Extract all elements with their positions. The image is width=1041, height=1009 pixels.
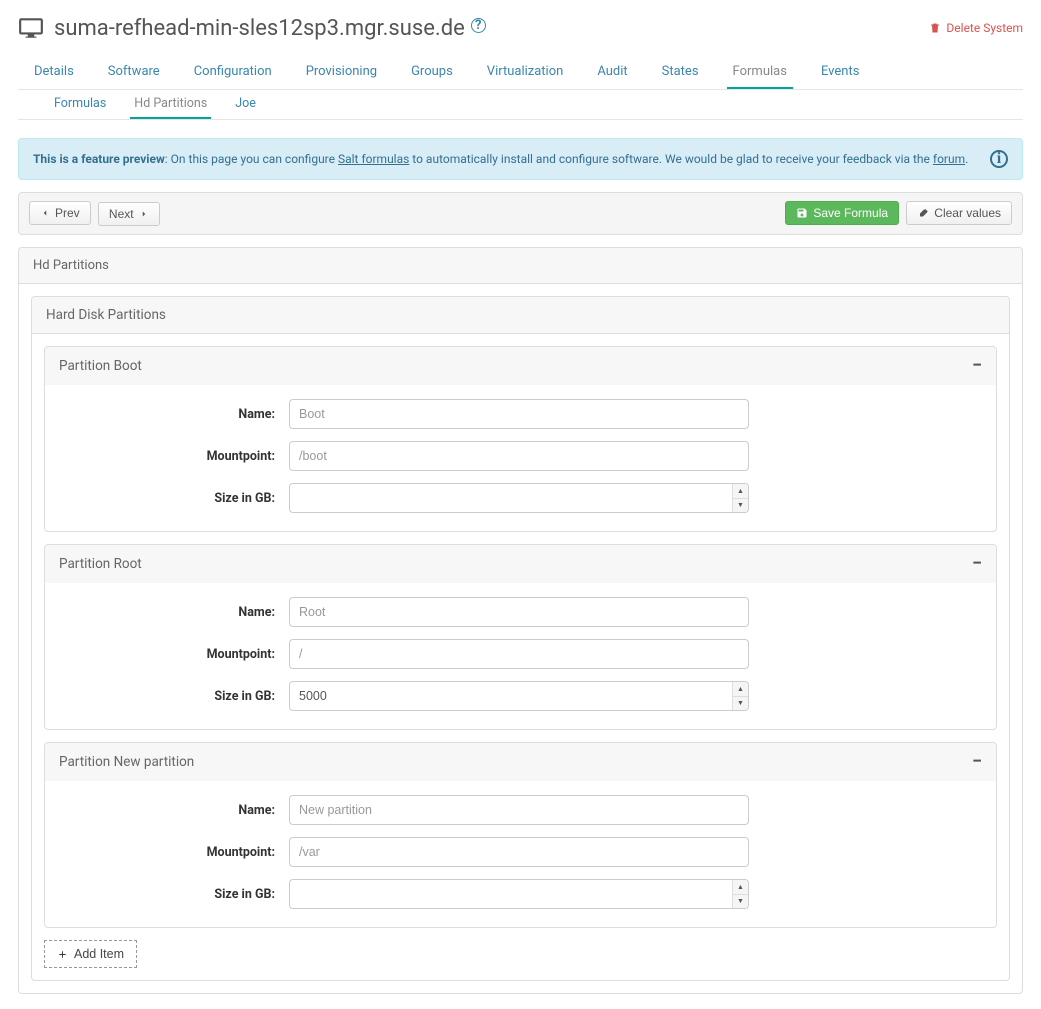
banner-text2: to automatically install and configure s… (409, 152, 933, 166)
panel-hd-partitions: Hd Partitions Hard Disk Partitions Parti… (18, 247, 1023, 994)
tab-formulas[interactable]: Formulas (727, 56, 793, 89)
input-name[interactable] (289, 399, 749, 429)
banner-link-forum[interactable]: forum (933, 152, 965, 166)
tab-events[interactable]: Events (815, 56, 865, 89)
tab-details[interactable]: Details (28, 56, 80, 89)
prev-button[interactable]: Prev (29, 201, 91, 225)
tab-states[interactable]: States (656, 56, 705, 89)
input-name[interactable] (289, 795, 749, 825)
add-item-label: Add Item (74, 947, 124, 961)
label-size: Size in GB: (59, 689, 289, 704)
tab-virtualization[interactable]: Virtualization (481, 56, 570, 89)
input-mountpoint[interactable] (289, 441, 749, 471)
spinner-down[interactable]: ▼ (733, 697, 748, 711)
partition-panel-root: Partition Root − Name: Mountpoint: (44, 544, 997, 730)
label-mountpoint: Mountpoint: (59, 449, 289, 464)
panel-header: Hd Partitions (19, 248, 1022, 284)
eraser-icon (917, 207, 929, 219)
label-name: Name: (59, 803, 289, 818)
tab-groups[interactable]: Groups (405, 56, 459, 89)
arrow-left-icon (40, 208, 50, 218)
spinner: ▲ ▼ (732, 682, 748, 710)
page-title: suma-refhead-min-sles12sp3.mgr.suse.de ? (54, 16, 486, 41)
input-mountpoint[interactable] (289, 639, 749, 669)
delete-system-link[interactable]: Delete System (929, 21, 1023, 35)
next-button[interactable]: Next (98, 202, 160, 226)
label-size: Size in GB: (59, 491, 289, 506)
label-name: Name: (59, 407, 289, 422)
info-icon: i (990, 150, 1008, 168)
partition-panel-boot: Partition Boot − Name: Mountpoint: (44, 346, 997, 532)
partition-panel-new: Partition New partition − Name: Mountpoi… (44, 742, 997, 928)
remove-partition-button[interactable]: − (972, 357, 982, 375)
label-mountpoint: Mountpoint: (59, 647, 289, 662)
partition-header: Partition Root (59, 556, 142, 572)
save-label: Save Formula (813, 206, 888, 220)
remove-partition-button[interactable]: − (972, 753, 982, 771)
prev-label: Prev (55, 206, 80, 220)
tab-provisioning[interactable]: Provisioning (300, 56, 383, 89)
input-size[interactable] (289, 879, 749, 909)
subtab-joe[interactable]: Joe (231, 90, 260, 119)
tabs-primary: Details Software Configuration Provision… (18, 56, 1023, 90)
tabs-secondary: Formulas Hd Partitions Joe (18, 90, 1023, 120)
plus-icon (57, 949, 68, 960)
add-item-button[interactable]: Add Item (44, 940, 137, 968)
section-hard-disk-partitions: Hard Disk Partitions Partition Boot − Na… (31, 296, 1010, 981)
subtab-formulas[interactable]: Formulas (50, 90, 110, 119)
help-icon[interactable]: ? (471, 18, 486, 33)
label-size: Size in GB: (59, 887, 289, 902)
tab-audit[interactable]: Audit (591, 56, 633, 89)
input-name[interactable] (289, 597, 749, 627)
spinner-up[interactable]: ▲ (733, 880, 748, 895)
delete-system-label: Delete System (946, 21, 1023, 35)
spinner: ▲ ▼ (732, 880, 748, 908)
partition-header: Partition Boot (59, 358, 142, 374)
spinner: ▲ ▼ (732, 484, 748, 512)
input-mountpoint[interactable] (289, 837, 749, 867)
info-banner: This is a feature preview: On this page … (18, 138, 1023, 180)
label-mountpoint: Mountpoint: (59, 845, 289, 860)
spinner-down[interactable]: ▼ (733, 499, 748, 513)
input-size[interactable] (289, 483, 749, 513)
banner-bold: This is a feature preview (33, 152, 165, 166)
trash-icon (929, 22, 941, 34)
desktop-icon (18, 15, 44, 41)
section-title: Hard Disk Partitions (32, 297, 1009, 334)
partition-header: Partition New partition (59, 754, 194, 770)
page-title-text: suma-refhead-min-sles12sp3.mgr.suse.de (54, 16, 465, 41)
toolbar: Prev Next Save Formula Clear values (18, 192, 1023, 235)
save-formula-button[interactable]: Save Formula (785, 201, 899, 225)
save-icon (796, 207, 808, 219)
banner-text3: . (965, 152, 968, 166)
subtab-hd-partitions[interactable]: Hd Partitions (130, 90, 211, 119)
clear-values-button[interactable]: Clear values (906, 201, 1012, 225)
remove-partition-button[interactable]: − (972, 555, 982, 573)
input-size[interactable] (289, 681, 749, 711)
arrow-right-icon (139, 209, 149, 219)
next-label: Next (109, 207, 134, 221)
spinner-up[interactable]: ▲ (733, 682, 748, 697)
banner-text1: : On this page you can configure (165, 152, 338, 166)
banner-link-salt[interactable]: Salt formulas (338, 152, 409, 166)
tab-configuration[interactable]: Configuration (188, 56, 278, 89)
spinner-up[interactable]: ▲ (733, 484, 748, 499)
tab-software[interactable]: Software (102, 56, 166, 89)
label-name: Name: (59, 605, 289, 620)
clear-label: Clear values (934, 206, 1001, 220)
spinner-down[interactable]: ▼ (733, 895, 748, 909)
